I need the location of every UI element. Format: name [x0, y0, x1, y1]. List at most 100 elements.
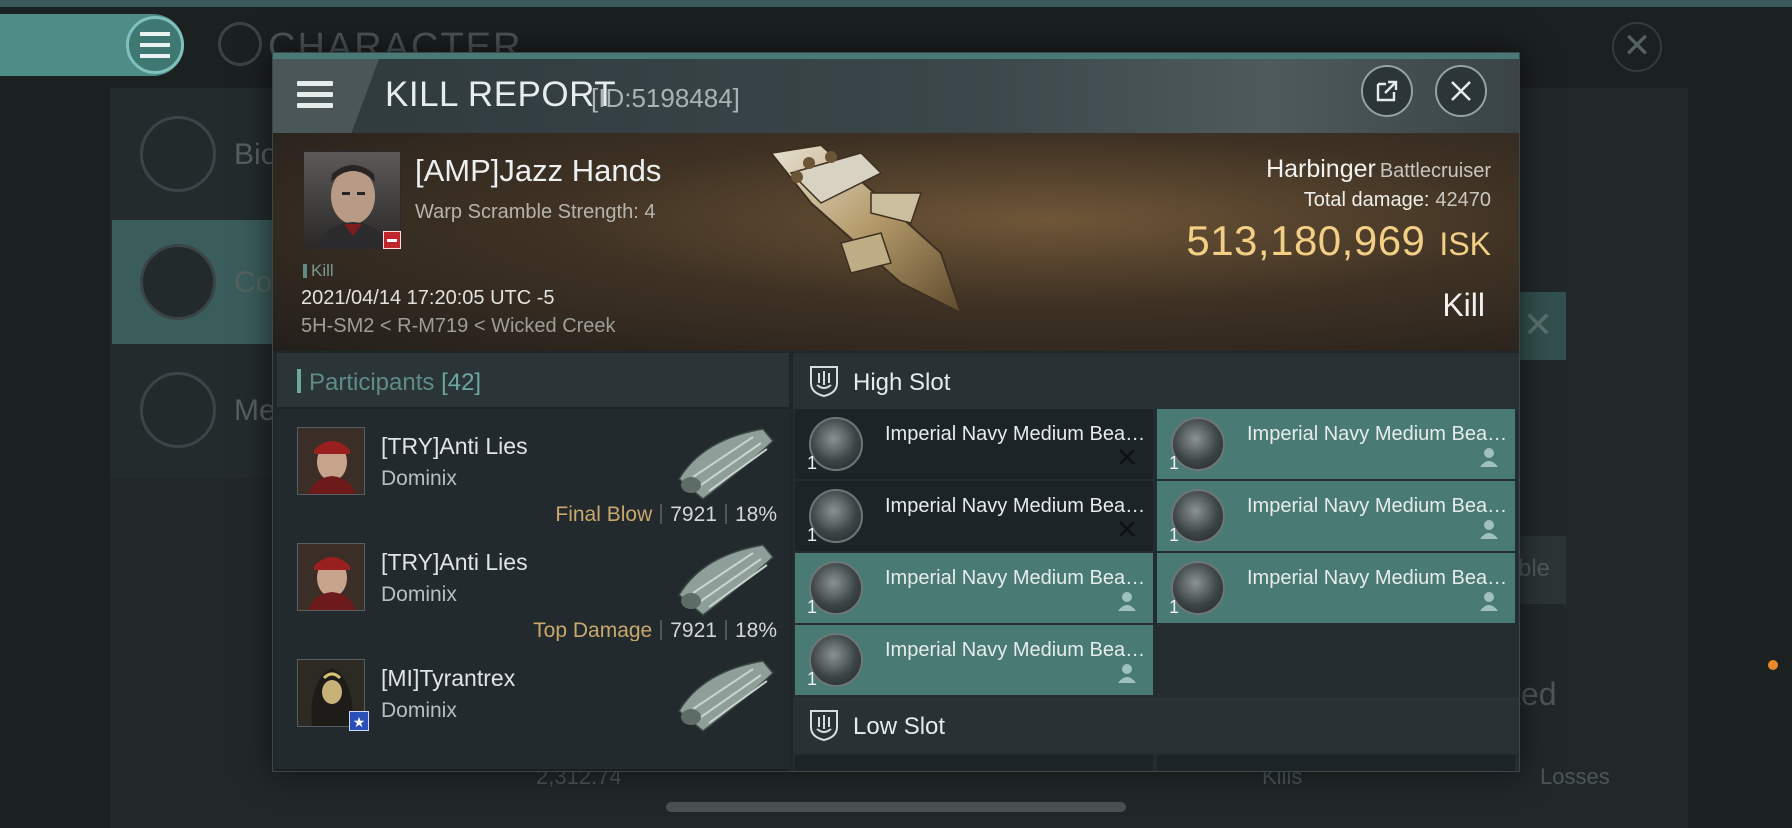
background-close-button[interactable]: ✕ [1612, 22, 1662, 72]
high-slot-icon [810, 366, 838, 397]
total-damage-label: Total damage: [1303, 189, 1430, 211]
isk-unit: ISK [1439, 226, 1491, 262]
isk-amount: 513,180,969 [1186, 217, 1426, 264]
total-damage: Total damage: 42470 [1304, 189, 1491, 212]
nav-item-label: Bio [234, 138, 278, 171]
participant-ship: Dominix [381, 583, 457, 606]
module-item[interactable]: 1 Imperial Navy Medium Beam Laser [795, 625, 1153, 695]
beam-laser-icon [809, 489, 863, 543]
kill-location[interactable]: 5H-SM2 < R-M719 < Wicked Creek [301, 315, 616, 338]
destroyed-icon [1119, 521, 1135, 537]
fitting-panel: High Slot 1 Imperial Navy Medium Beam La… [793, 353, 1519, 771]
beam-laser-icon [1171, 417, 1225, 471]
participants-label: Participants [309, 369, 435, 396]
low-slot-label: Low Slot [853, 713, 946, 740]
participant-avatar [297, 543, 365, 611]
module-item[interactable]: 1 Imperial Navy Medium Beam Laser [1157, 553, 1515, 623]
destroyed-icon [1119, 449, 1135, 465]
beam-laser-icon [1171, 561, 1225, 615]
kill-result-label: Kill [1442, 287, 1485, 323]
high-slot-label: High Slot [853, 369, 951, 396]
participant-stats: Top Damage 7921 18% [533, 619, 777, 643]
module-name: Imperial Navy Medium Beam Laser [885, 423, 1147, 445]
participant-ship: Dominix [381, 699, 457, 722]
kill-datetime: 2021/04/14 17:20:05 UTC -5 [301, 287, 555, 309]
participant-row[interactable]: ★ [MI]Tyrantrex Dominix [277, 641, 789, 771]
module-item[interactable] [795, 755, 1153, 771]
victim-name[interactable]: [AMP]Jazz Hands [415, 153, 661, 189]
dropped-icon [1480, 448, 1498, 467]
participant-avatar-image [298, 428, 364, 494]
dropped-icon [1118, 592, 1136, 611]
participant-name: [TRY]Anti Lies [381, 549, 528, 575]
kill-report-modal: KILL REPORT [ID:5198484] [AMP]Jazz Hands… [272, 52, 1520, 772]
participants-panel: Participants [42] [TRY]Anti Lies Dominix [277, 353, 789, 771]
ship-info[interactable]: Harbinger Battlecruiser [1266, 155, 1491, 184]
beam-laser-icon [809, 633, 863, 687]
dominix-ship-image [678, 428, 775, 500]
beam-laser-icon [809, 561, 863, 615]
module-quantity: 1 [807, 669, 818, 689]
harbinger-ship-image[interactable] [751, 133, 981, 333]
participant-percent: 18% [734, 619, 777, 642]
modal-title: KILL REPORT [385, 75, 617, 114]
module-item[interactable]: 1 Imperial Navy Medium Beam Laser [1157, 481, 1515, 551]
nav-item-label: Co [234, 266, 273, 299]
participants-title: Participants [42] [309, 369, 481, 397]
participant-avatar-image [298, 544, 364, 610]
background-menu-button[interactable] [126, 16, 184, 74]
participant-name: [MI]Tyrantrex [381, 665, 516, 691]
module-quantity: 1 [807, 525, 818, 545]
module-quantity: 1 [807, 453, 818, 473]
kill-tag: Kill [303, 261, 334, 281]
participant-row[interactable]: [TRY]Anti Lies Dominix Final Blow 7921 18% [277, 409, 789, 539]
kill-id: [ID:5198484] [591, 83, 740, 113]
nav-item-label: Me [234, 394, 276, 427]
close-button[interactable] [1435, 65, 1487, 117]
participants-count: [42] [441, 369, 482, 396]
character-icon [218, 22, 262, 66]
share-button[interactable] [1361, 65, 1413, 117]
module-name: Imperial Navy Medium Beam Laser [1247, 495, 1509, 517]
menu-icon [297, 81, 333, 109]
module-name: Imperial Navy Medium Beam Laser [1247, 423, 1509, 445]
module-quantity: 1 [1169, 597, 1180, 617]
module-item[interactable] [1157, 755, 1515, 771]
participant-percent: 18% [734, 503, 777, 526]
dropped-icon [1480, 592, 1498, 611]
module-name: Imperial Navy Medium Beam Laser [885, 495, 1147, 517]
low-slot-icon [810, 710, 838, 741]
module-name: Imperial Navy Medium Beam Laser [885, 639, 1147, 661]
low-slot-header: Low Slot [793, 697, 1519, 753]
swords-icon [140, 244, 216, 320]
module-quantity: 1 [807, 597, 818, 617]
high-slot-header: High Slot [793, 353, 1519, 409]
star-icon [140, 372, 216, 448]
module-quantity: 1 [1169, 525, 1180, 545]
module-item[interactable]: 1 Imperial Navy Medium Beam Laser [795, 481, 1153, 551]
dominix-ship-image [678, 544, 775, 616]
bio-icon [140, 116, 216, 192]
participant-damage: 7921 [670, 619, 717, 642]
home-indicator[interactable] [666, 802, 1126, 812]
participant-damage: 7921 [670, 503, 717, 526]
losses-label: Losses [1540, 764, 1610, 789]
dropped-icon [1480, 520, 1498, 539]
beam-laser-icon [1171, 489, 1225, 543]
participant-avatar [297, 427, 365, 495]
total-damage-value: 42470 [1435, 189, 1491, 211]
ship-name: Harbinger [1266, 155, 1376, 183]
module-item[interactable]: 1 Imperial Navy Medium Beam Laser [795, 409, 1153, 479]
module-name: Imperial Navy Medium Beam Laser [1247, 567, 1509, 589]
standing-flag-icon [383, 231, 401, 249]
participants-accent-bar [297, 369, 301, 393]
participant-row[interactable]: [TRY]Anti Lies Dominix Top Damage 7921 18% [277, 525, 789, 655]
final-blow-label: Final Blow [555, 503, 653, 526]
star-icon: ★ [349, 711, 369, 731]
participants-header: Participants [42] [277, 353, 789, 407]
dominix-ship-image [678, 660, 775, 732]
module-item[interactable]: 1 Imperial Navy Medium Beam Laser [1157, 409, 1515, 479]
external-link-icon [1376, 80, 1398, 102]
dropped-icon [1118, 664, 1136, 683]
module-item[interactable]: 1 Imperial Navy Medium Beam Laser [795, 553, 1153, 623]
